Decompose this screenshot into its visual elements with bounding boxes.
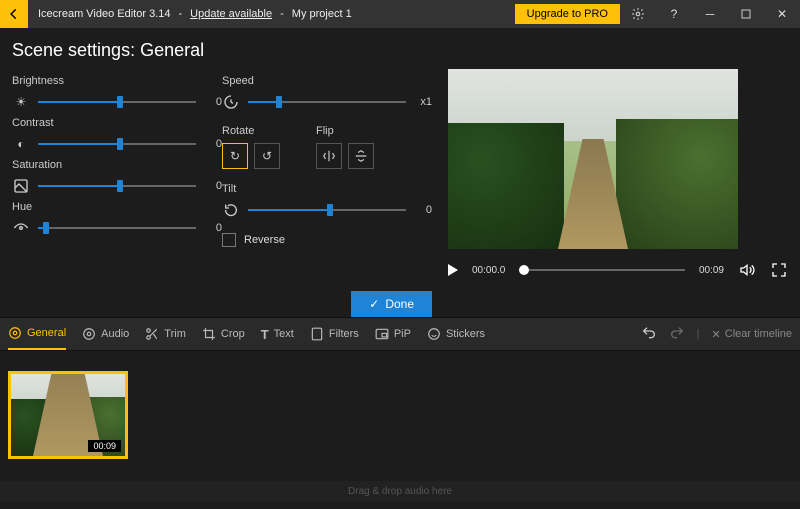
- contrast-icon: ◐: [12, 135, 30, 153]
- tab-trim[interactable]: Trim: [145, 319, 186, 349]
- back-button[interactable]: [0, 0, 28, 28]
- clear-timeline-button[interactable]: ✕ Clear timeline: [712, 328, 792, 341]
- contrast-param: Contrast ◐ 0: [12, 117, 222, 153]
- reverse-label: Reverse: [244, 234, 285, 246]
- contrast-label: Contrast: [12, 117, 222, 129]
- check-icon: ✓: [369, 297, 379, 311]
- preview-column: 00:00.0 00:09: [432, 69, 788, 317]
- reverse-checkbox[interactable]: [222, 233, 236, 247]
- speed-slider[interactable]: [248, 95, 406, 109]
- tilt-icon: [222, 201, 240, 219]
- brightness-value: 0: [204, 96, 222, 108]
- tilt-param: Tilt 0: [222, 183, 432, 219]
- time-current: 00:00.0: [472, 265, 505, 276]
- speed-value: x1: [414, 96, 432, 108]
- seek-slider[interactable]: [519, 269, 685, 271]
- brightness-param: Brightness ☀ 0: [12, 75, 222, 111]
- audio-drop-hint: Drag & drop audio here: [0, 481, 800, 501]
- volume-button[interactable]: [738, 261, 756, 279]
- saturation-param: Saturation 0: [12, 159, 222, 195]
- play-button[interactable]: [448, 264, 458, 276]
- saturation-slider[interactable]: [38, 179, 196, 193]
- saturation-icon: [12, 177, 30, 195]
- titlebar: Icecream Video Editor 3.14 - Update avai…: [0, 0, 800, 28]
- app-name: Icecream Video Editor 3.14: [38, 8, 170, 20]
- brightness-icon: ☀: [12, 93, 30, 111]
- redo-button[interactable]: [669, 325, 685, 344]
- mid-column: Speed x1 Rotate ↻ ↺ Flip: [222, 69, 432, 317]
- update-link[interactable]: Update available: [190, 8, 272, 20]
- done-button[interactable]: ✓ Done: [351, 291, 432, 317]
- content: Brightness ☀ 0 Contrast ◐ 0 Saturation 0: [0, 69, 800, 317]
- speed-label: Speed: [222, 75, 432, 87]
- settings-button[interactable]: [620, 0, 656, 28]
- rotate-label: Rotate: [222, 125, 280, 137]
- brightness-slider[interactable]: [38, 95, 196, 109]
- flip-v-button[interactable]: [348, 143, 374, 169]
- close-button[interactable]: ✕: [764, 0, 800, 28]
- minimize-button[interactable]: ─: [692, 0, 728, 28]
- clip-duration: 00:09: [88, 440, 121, 452]
- hue-value: 0: [204, 222, 222, 234]
- timeline[interactable]: 00:09 Drag & drop audio here: [0, 351, 800, 501]
- tab-pip[interactable]: PiP: [375, 319, 411, 349]
- undo-button[interactable]: [641, 325, 657, 344]
- hue-label: Hue: [12, 201, 222, 213]
- maximize-button[interactable]: [728, 0, 764, 28]
- saturation-value: 0: [204, 180, 222, 192]
- tilt-label: Tilt: [222, 183, 432, 195]
- page-title: Scene settings: General: [0, 28, 800, 69]
- brightness-label: Brightness: [12, 75, 222, 87]
- saturation-label: Saturation: [12, 159, 222, 171]
- rotate-ccw-button[interactable]: ↺: [254, 143, 280, 169]
- title-text: Icecream Video Editor 3.14 - Update avai…: [28, 8, 362, 20]
- player-controls: 00:00.0 00:09: [448, 261, 788, 279]
- tilt-slider[interactable]: [248, 203, 406, 217]
- upgrade-button[interactable]: Upgrade to PRO: [515, 4, 620, 24]
- fullscreen-button[interactable]: [770, 261, 788, 279]
- reverse-check[interactable]: Reverse: [222, 233, 432, 247]
- tab-filters[interactable]: Filters: [310, 319, 359, 349]
- left-column: Brightness ☀ 0 Contrast ◐ 0 Saturation 0: [12, 69, 222, 317]
- contrast-slider[interactable]: [38, 137, 196, 151]
- tab-stickers[interactable]: Stickers: [427, 319, 485, 349]
- flip-h-button[interactable]: [316, 143, 342, 169]
- time-total: 00:09: [699, 265, 724, 276]
- project-name: My project 1: [292, 8, 352, 20]
- tabs-bar: General Audio Trim Crop TText Filters Pi…: [0, 317, 800, 351]
- tilt-value: 0: [414, 204, 432, 216]
- video-preview[interactable]: [448, 69, 738, 249]
- speed-param: Speed x1: [222, 75, 432, 111]
- rotate-cw-button[interactable]: ↻: [222, 143, 248, 169]
- hue-icon: [12, 219, 30, 237]
- hue-param: Hue 0: [12, 201, 222, 237]
- clip-thumbnail[interactable]: 00:09: [8, 371, 128, 459]
- help-button[interactable]: ?: [656, 0, 692, 28]
- tab-general[interactable]: General: [8, 318, 66, 350]
- tab-audio[interactable]: Audio: [82, 319, 129, 349]
- flip-label: Flip: [316, 125, 374, 137]
- speed-icon: [222, 93, 240, 111]
- tab-crop[interactable]: Crop: [202, 319, 245, 349]
- contrast-value: 0: [204, 138, 222, 150]
- tab-text[interactable]: TText: [261, 319, 294, 350]
- hue-slider[interactable]: [38, 221, 196, 235]
